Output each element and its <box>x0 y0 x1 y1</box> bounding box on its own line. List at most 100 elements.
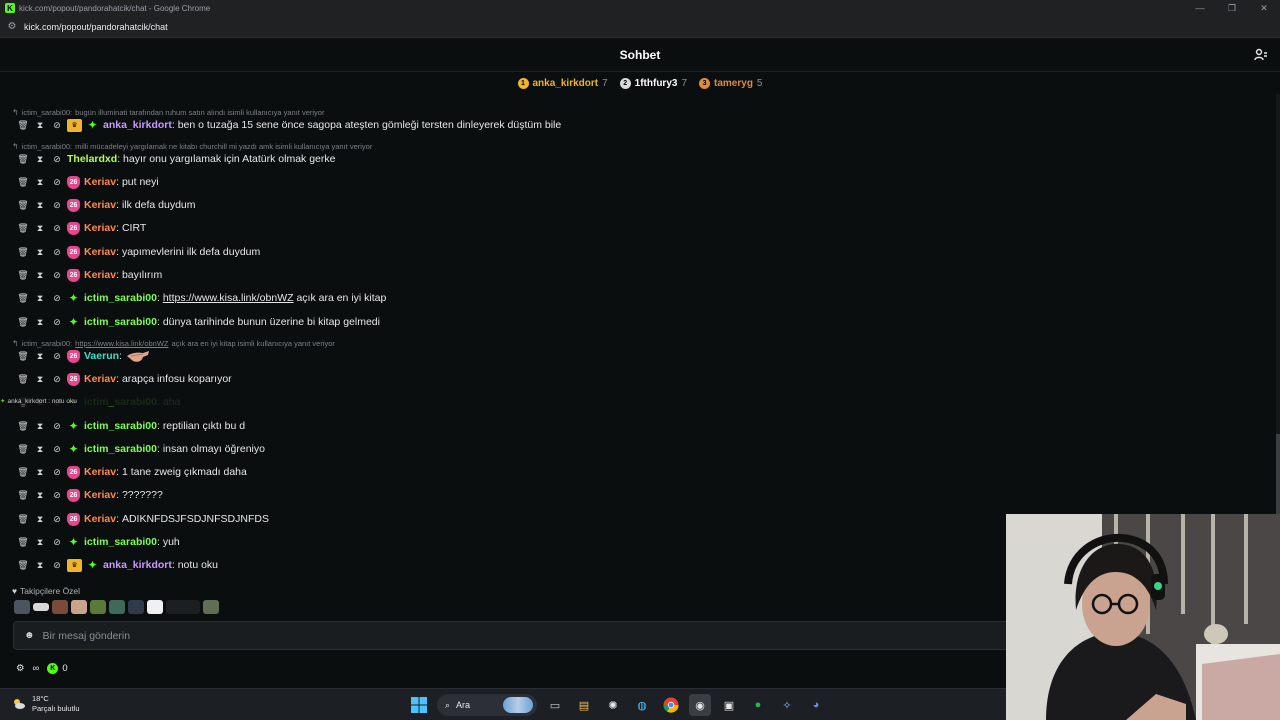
edge-icon[interactable]: ◍ <box>631 694 653 716</box>
emote-icon[interactable] <box>166 600 200 614</box>
emote-icon[interactable] <box>128 600 144 614</box>
leaderboard-item[interactable]: 3 tameryg 5 <box>699 77 762 89</box>
username[interactable]: Keriav <box>84 513 116 525</box>
chat-message[interactable]: 🗑 ⧗ ⊘ ♛ ✦ anka_kirkdort : ben o tuzağa 1… <box>16 116 561 134</box>
delete-icon[interactable]: 🗑 <box>16 198 30 212</box>
username[interactable]: Thelardxd <box>67 153 117 165</box>
username[interactable]: ictim_sarabi00 <box>84 536 157 548</box>
delete-icon[interactable]: 🗑 <box>16 291 30 305</box>
timeout-icon[interactable]: ⧗ <box>33 198 47 212</box>
leaderboard-item[interactable]: 1 anka_kirkdort 7 <box>517 77 608 89</box>
username[interactable]: ictim_sarabi00 <box>84 292 157 304</box>
settings-icon[interactable]: ⚙ <box>16 663 25 674</box>
username[interactable]: ictim_sarabi00 <box>84 316 157 328</box>
timeout-icon[interactable]: ⧗ <box>33 152 47 166</box>
chat-message[interactable]: 🗑 ⧗ ⊘ 26 Keriav : ilk defa duydum <box>16 196 196 214</box>
username[interactable]: Keriav <box>84 246 116 258</box>
timeout-icon[interactable]: ⧗ <box>33 535 47 549</box>
delete-icon[interactable]: 🗑 <box>16 442 30 456</box>
username[interactable]: Keriav <box>84 222 116 234</box>
delete-icon[interactable]: 🗑 <box>16 152 30 166</box>
timeout-icon[interactable]: ⧗ <box>33 175 47 189</box>
ban-icon[interactable]: ⊘ <box>50 442 64 456</box>
timeout-icon[interactable]: ⧗ <box>33 315 47 329</box>
chat-message[interactable]: 🗑 ⧗ ⊘ ✦ ictim_sarabi00 : yuh <box>16 533 179 551</box>
username[interactable]: ictim_sarabi00 <box>84 420 157 432</box>
ban-icon[interactable]: ⊘ <box>50 488 64 502</box>
timeout-icon[interactable]: ⧗ <box>33 372 47 386</box>
chat-message[interactable]: 🗑 ⧗ ⊘ 26 Vaerun : <box>16 347 151 365</box>
message-link[interactable]: https://www.kisa.link/obnWZ <box>163 292 294 304</box>
delete-icon[interactable]: 🗑 <box>16 315 30 329</box>
windows-start-icon[interactable] <box>408 694 430 716</box>
ban-icon[interactable]: ⊘ <box>50 118 64 132</box>
delete-icon[interactable]: 🗑 <box>16 175 30 189</box>
emote-icon[interactable] <box>109 600 125 614</box>
chat-message[interactable]: 🗑 ⧗ ⊘ 26 Keriav : put neyi <box>16 173 159 191</box>
ban-icon[interactable]: ⊘ <box>50 558 64 572</box>
chat-input-box[interactable]: ☻ <box>13 621 1013 650</box>
leaderboard-item[interactable]: 2 1fthfury3 7 <box>619 77 687 89</box>
timeout-icon[interactable]: ⧗ <box>33 419 47 433</box>
chat-message[interactable]: 🗑 ⧗ ⊘ ✦ ictim_sarabi00 : dünya tarihinde… <box>16 313 380 331</box>
timeout-icon[interactable]: ⧗ <box>33 118 47 132</box>
ban-icon[interactable]: ⊘ <box>50 291 64 305</box>
username[interactable]: Keriav <box>84 373 116 385</box>
timeout-icon[interactable]: ⧗ <box>33 512 47 526</box>
chat-message[interactable]: 🗑 ⧗ ⊘ 26 Keriav : CIRT <box>16 219 146 237</box>
chat-message[interactable]: 🗑 ⧗ ⊘ 26 Keriav : bayılırım <box>16 266 162 284</box>
timeout-icon[interactable]: ⧗ <box>33 291 47 305</box>
ban-icon[interactable]: ⊘ <box>50 175 64 189</box>
username[interactable]: ictim_sarabi00 <box>84 443 157 455</box>
timeout-icon[interactable]: ⧗ <box>33 221 47 235</box>
timeout-icon[interactable]: ⧗ <box>33 349 47 363</box>
weather-widget[interactable]: 18°C Parçalı bulutlu <box>12 694 80 714</box>
app-icon[interactable]: ▣ <box>718 694 740 716</box>
chat-message[interactable]: 🗑 ⧗ ⊘ ♛ ✦ anka_kirkdort : notu oku <box>16 556 218 574</box>
delete-icon[interactable]: 🗑 <box>16 488 30 502</box>
timeout-icon[interactable]: ⧗ <box>33 268 47 282</box>
ban-icon[interactable]: ⊘ <box>50 152 64 166</box>
chat-input[interactable] <box>42 629 943 642</box>
delete-icon[interactable]: 🗑 <box>16 512 30 526</box>
chatgpt-icon[interactable]: ✺ <box>602 694 624 716</box>
ban-icon[interactable]: ⊘ <box>50 198 64 212</box>
ban-icon[interactable]: ⊘ <box>50 221 64 235</box>
emote-icon[interactable] <box>71 600 87 614</box>
username[interactable]: Keriav <box>84 466 116 478</box>
discord-icon[interactable]: ◕ <box>805 694 827 716</box>
chat-scrollbar[interactable] <box>1276 94 1280 578</box>
delete-icon[interactable]: 🗑 <box>16 535 30 549</box>
username[interactable]: Keriav <box>84 269 116 281</box>
username[interactable]: anka_kirkdort <box>103 119 172 131</box>
chrome-icon[interactable] <box>660 694 682 716</box>
spotify-icon[interactable]: ● <box>747 694 769 716</box>
chat-message[interactable]: 🗑 ⧗ ⊘ ✦ ictim_sarabi00 : reptilian çıktı… <box>16 417 245 435</box>
chat-message[interactable]: 🗑 ⧗ ⊘ 26 Keriav : arapça infosu koparıyo… <box>16 370 232 388</box>
obs-icon[interactable]: ◉ <box>689 694 711 716</box>
delete-icon[interactable]: 🗑 <box>16 349 30 363</box>
ban-icon[interactable]: ⊘ <box>50 268 64 282</box>
chat-message[interactable]: 🗑 ⧗ ⊘ Thelardxd : hayır onu yargılamak i… <box>16 150 335 168</box>
restore-icon[interactable]: ❐ <box>1216 0 1248 16</box>
chat-message[interactable]: 🗑 ⧗ ⊘ 26 Keriav : ??????? <box>16 486 163 504</box>
site-info-icon[interactable]: ⚙ <box>6 21 18 33</box>
close-icon[interactable]: ✕ <box>1248 0 1280 16</box>
delete-icon[interactable]: 🗑 <box>16 268 30 282</box>
username[interactable]: Vaerun <box>84 350 119 362</box>
emote-icon[interactable] <box>147 600 163 614</box>
ban-icon[interactable]: ⊘ <box>50 465 64 479</box>
delete-icon[interactable]: 🗑 <box>16 118 30 132</box>
emote-icon[interactable] <box>90 600 106 614</box>
ban-icon[interactable]: ⊘ <box>50 419 64 433</box>
delete-icon[interactable]: 🗑 <box>16 419 30 433</box>
ban-icon[interactable]: ⊘ <box>50 245 64 259</box>
task-view-icon[interactable]: ▭ <box>544 694 566 716</box>
emote-icon[interactable] <box>52 600 68 614</box>
users-icon[interactable] <box>1254 48 1268 62</box>
delete-icon[interactable]: 🗑 <box>16 245 30 259</box>
chat-message[interactable]: 🗑 ⧗ ⊘ 26 Keriav : ADIKNFDSJFSDJNFSDJNFDS <box>16 510 269 528</box>
chat-message[interactable]: 🗑 ⧗ ⊘ ✦ ictim_sarabi00 : https://www.kis… <box>16 289 386 307</box>
chat-message[interactable]: 🗑 ⧗ ⊘ ✦ ictim_sarabi00 : insan olmayı öğ… <box>16 440 265 458</box>
delete-icon[interactable]: 🗑 <box>16 558 30 572</box>
